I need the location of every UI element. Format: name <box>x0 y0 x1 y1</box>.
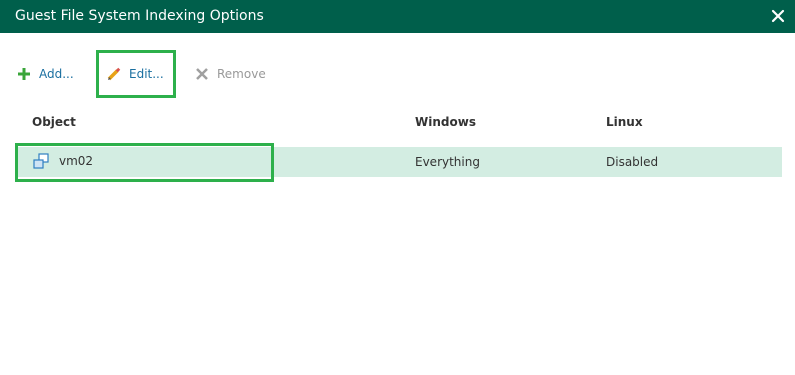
object-name: vm02 <box>59 154 94 168</box>
pencil-icon <box>106 66 122 82</box>
column-header-linux[interactable]: Linux <box>606 115 643 129</box>
edit-label: Edit... <box>129 67 164 81</box>
table-row[interactable]: vm02 Everything Disabled <box>17 147 782 177</box>
remove-button[interactable]: Remove <box>194 50 266 98</box>
dialog-title: Guest File System Indexing Options <box>15 8 264 24</box>
close-icon <box>771 9 785 23</box>
column-header-windows[interactable]: Windows <box>415 115 476 129</box>
edit-button[interactable]: Edit... <box>96 50 176 98</box>
add-button[interactable]: Add... <box>16 50 74 98</box>
dialog-titlebar: Guest File System Indexing Options <box>0 0 795 33</box>
close-button[interactable] <box>769 7 787 25</box>
x-icon <box>194 66 210 82</box>
table-header: Object Windows Linux <box>17 106 782 140</box>
windows-cell: Everything <box>415 155 480 169</box>
column-header-object[interactable]: Object <box>32 115 76 129</box>
toolbar: Add... Edit... Remove <box>0 50 795 98</box>
vm-icon <box>33 153 49 169</box>
add-label: Add... <box>39 67 74 81</box>
remove-label: Remove <box>217 67 266 81</box>
linux-cell: Disabled <box>606 155 659 169</box>
plus-icon <box>16 66 32 82</box>
object-cell: vm02 <box>32 153 93 169</box>
